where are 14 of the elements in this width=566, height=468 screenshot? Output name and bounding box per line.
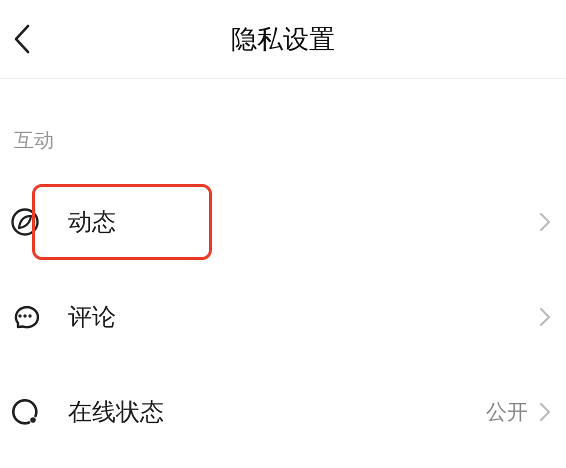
chevron-icon: [538, 306, 552, 328]
row-label: 在线状态: [68, 396, 165, 428]
section-label: 互动: [13, 127, 55, 154]
settings-row[interactable]: 动态: [0, 174, 566, 269]
chevron-icon: [538, 210, 552, 232]
page-title: 隐私设置: [230, 24, 336, 56]
row-value: 公开: [486, 398, 528, 426]
compass-icon: [10, 206, 40, 236]
settings-row[interactable]: 评论: [0, 269, 566, 364]
chevron-icon: [538, 400, 552, 422]
row-label: 评论: [68, 302, 117, 332]
row-label: 动态: [68, 206, 117, 238]
settings-row[interactable]: 在线状态 公开: [0, 364, 566, 459]
status-icon: [10, 396, 40, 426]
